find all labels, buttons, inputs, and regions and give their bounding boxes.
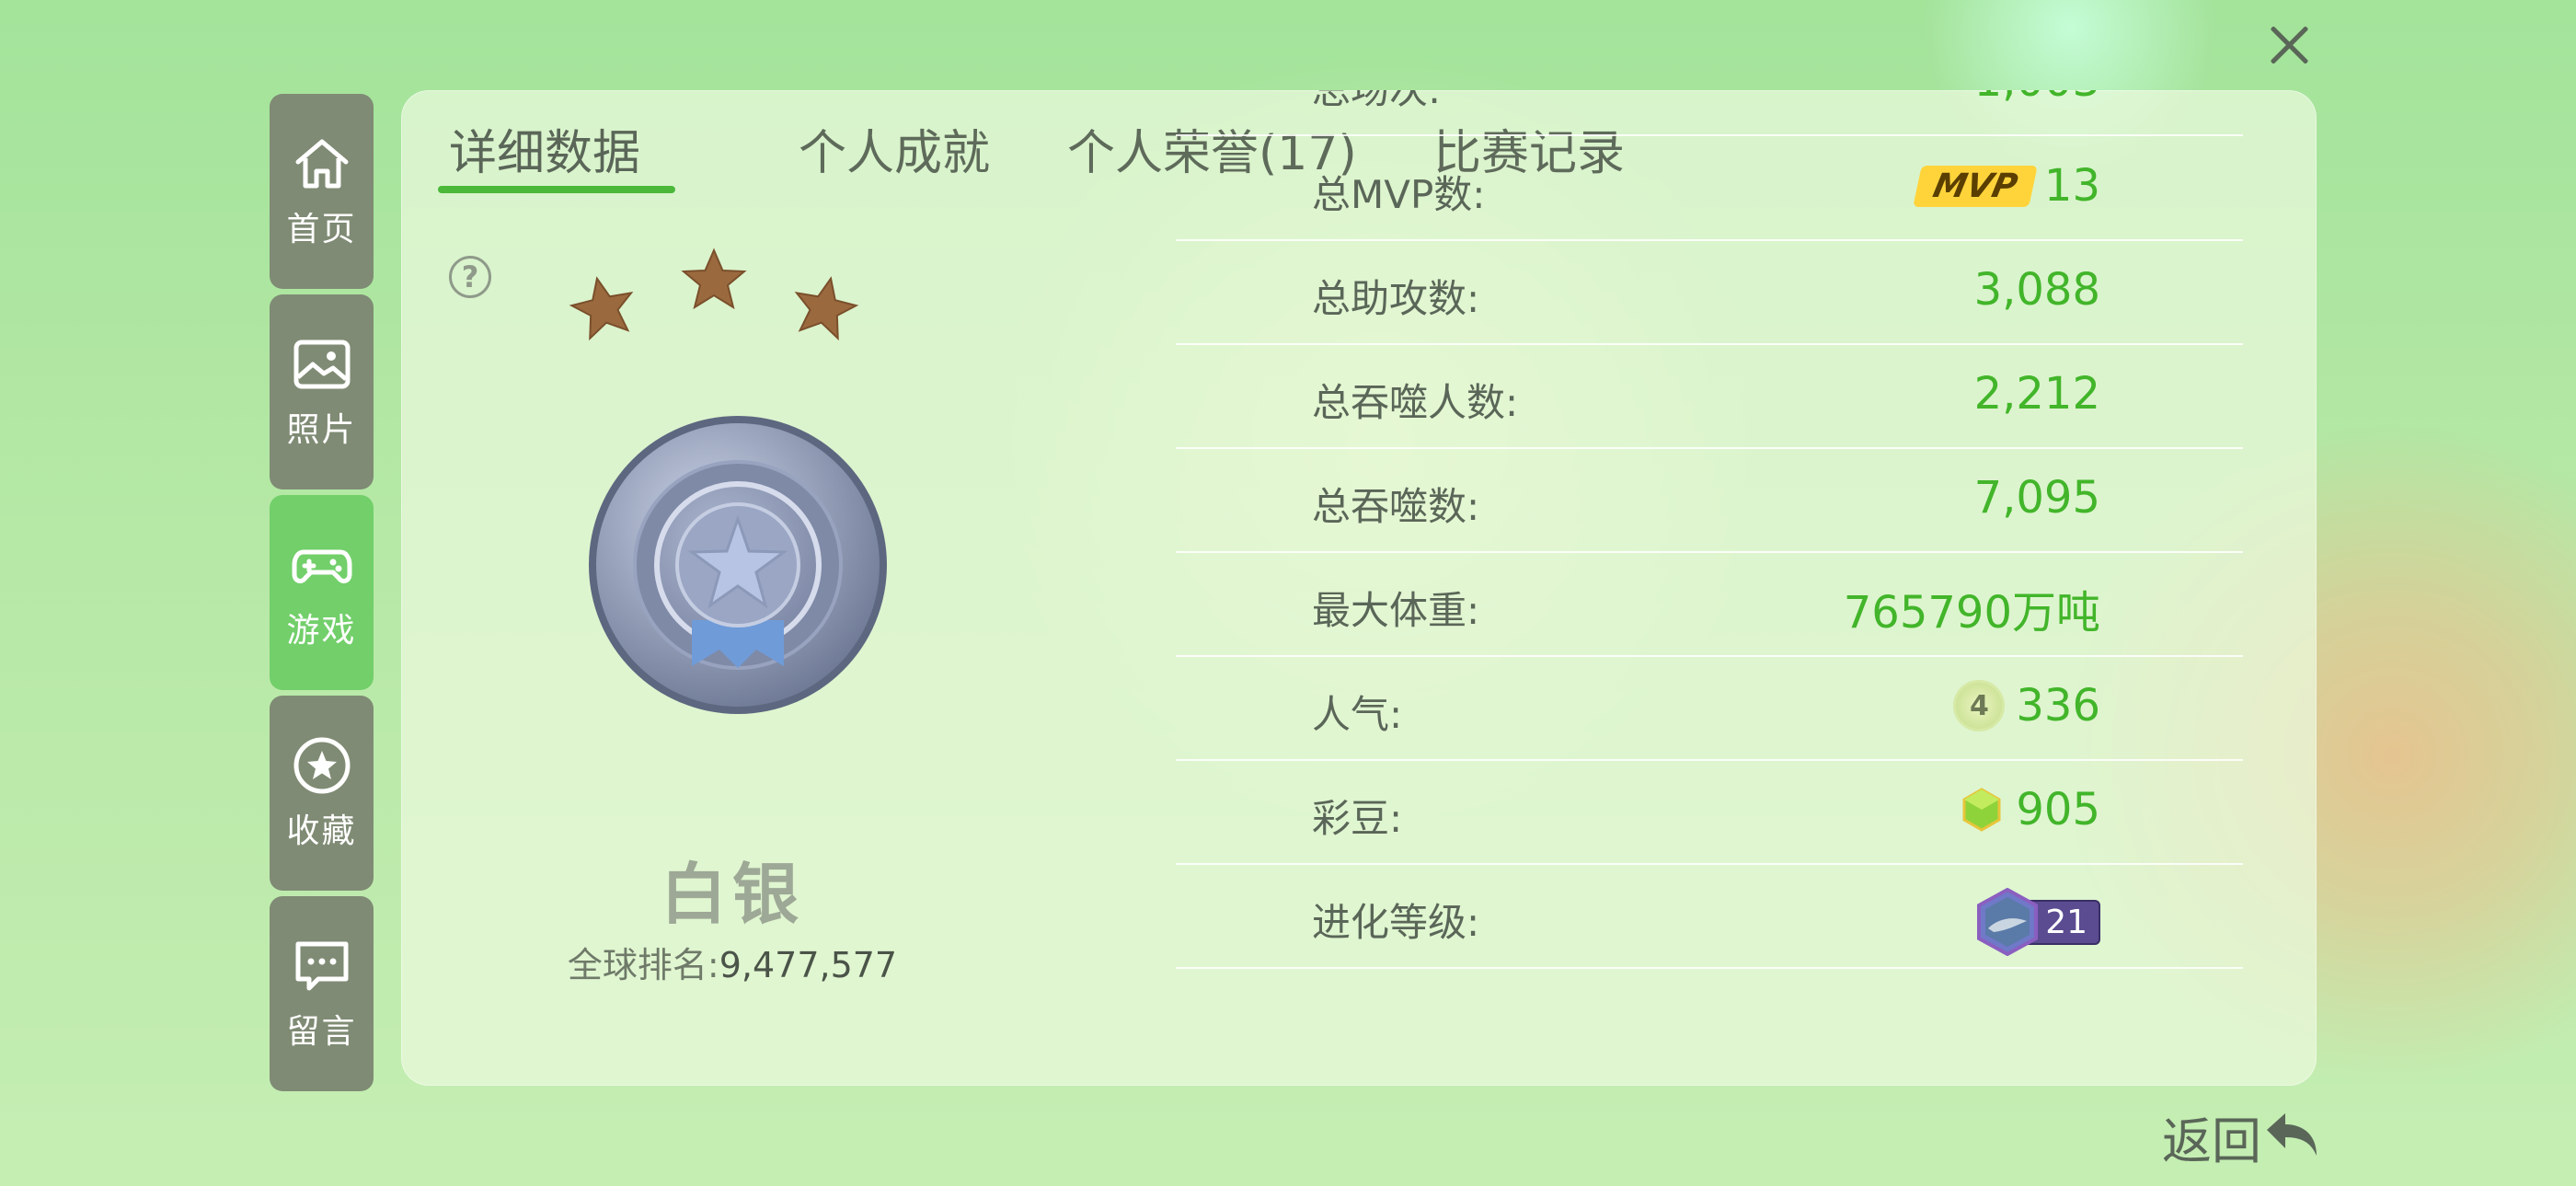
back-button[interactable]: 返回 xyxy=(2162,1100,2324,1173)
global-rank-label: 全球排名: xyxy=(567,945,719,985)
message-icon xyxy=(295,941,348,991)
sidebar: 首页 照片 游戏 收藏 留言 xyxy=(270,94,374,1097)
stat-row-assists: 总助攻数: 3,088 xyxy=(1176,240,2243,345)
stat-value: 21 xyxy=(1975,888,2100,956)
close-button[interactable] xyxy=(2263,18,2315,70)
back-label: 返回 xyxy=(2162,1112,2261,1170)
rank-name: 白银 xyxy=(660,856,804,933)
home-icon xyxy=(295,139,348,189)
stat-value: 7,095 xyxy=(1973,472,2100,524)
sidebar-item-photos[interactable]: 照片 xyxy=(270,294,374,489)
gamepad-icon xyxy=(292,549,351,583)
stat-row-max-weight: 最大体重: 765790万吨 xyxy=(1176,552,2243,657)
bean-icon xyxy=(1962,788,2001,832)
sidebar-item-label: 留言 xyxy=(286,1013,357,1051)
stats-list[interactable]: 总场次: 1,003 总MVP数: MVP 13 总助攻数: 3,088 总吞噬… xyxy=(1176,90,2243,1078)
evolution-badge: 21 xyxy=(1975,888,2100,956)
stat-row-mvp: 总MVP数: MVP 13 xyxy=(1176,136,2243,241)
detail-panel: 详细数据 个人成就 个人荣誉(17) 比赛记录 ? 白银 全球排名:9,477,… xyxy=(401,90,2317,1086)
active-tab-indicator xyxy=(438,186,675,193)
back-arrow-icon xyxy=(2267,1112,2317,1156)
stat-value: 1,003 xyxy=(1974,90,2100,107)
stat-row-devoured-total: 总吞噬数: 7,095 xyxy=(1176,448,2243,553)
photo-icon xyxy=(293,340,350,389)
stat-value: 4 336 xyxy=(1953,680,2100,731)
sidebar-item-label: 收藏 xyxy=(286,812,357,850)
stat-row-devoured-players: 总吞噬人数: 2,212 xyxy=(1176,344,2243,449)
sidebar-item-game[interactable]: 游戏 xyxy=(270,495,374,690)
global-rank: 全球排名:9,477,577 xyxy=(401,937,1064,987)
help-icon[interactable]: ? xyxy=(449,256,491,298)
stat-value: 3,088 xyxy=(1973,264,2100,316)
shark-avatar-icon xyxy=(1977,888,2039,956)
popularity-level-icon: 4 xyxy=(1953,680,2006,731)
sidebar-item-label: 游戏 xyxy=(286,612,357,650)
stat-value: 2,212 xyxy=(1973,368,2100,420)
stat-row-beans: 彩豆: 905 xyxy=(1176,760,2243,865)
sidebar-item-favorites[interactable]: 收藏 xyxy=(270,696,374,891)
tab-detailed-data[interactable]: 详细数据 xyxy=(449,114,640,183)
stat-label: 总吞噬人数: xyxy=(1312,380,1519,425)
stat-label: 彩豆: xyxy=(1312,796,1403,841)
global-rank-value: 9,477,577 xyxy=(719,945,898,985)
stat-label: 总吞噬数: xyxy=(1312,484,1480,529)
stat-row-evolution: 进化等级: 21 xyxy=(1176,864,2243,969)
stat-label: 总场次: xyxy=(1312,90,1441,115)
stat-row-total-matches: 总场次: 1,003 xyxy=(1176,90,2243,136)
star-icon xyxy=(293,737,350,794)
star-icon xyxy=(794,276,859,341)
stat-label: 人气: xyxy=(1312,692,1403,737)
stat-label: 总MVP数: xyxy=(1312,172,1486,217)
sidebar-item-messages[interactable]: 留言 xyxy=(270,896,374,1091)
stat-label: 最大体重: xyxy=(1312,588,1480,633)
stat-row-popularity: 人气: 4 336 xyxy=(1176,656,2243,761)
mvp-badge: MVP xyxy=(1913,165,2038,207)
star-icon xyxy=(569,276,634,341)
sidebar-item-label: 首页 xyxy=(286,211,357,248)
sidebar-item-home[interactable]: 首页 xyxy=(270,94,374,289)
silver-medal-icon xyxy=(589,416,887,714)
stat-value: 765790万吨 xyxy=(1843,587,2100,639)
tab-achievements[interactable]: 个人成就 xyxy=(799,114,990,183)
sidebar-item-label: 照片 xyxy=(286,411,357,449)
stat-label: 进化等级: xyxy=(1312,900,1480,945)
star-icon xyxy=(681,248,747,310)
stat-value: MVP 13 xyxy=(1913,160,2100,212)
stat-value: 905 xyxy=(1959,784,2100,835)
stat-label: 总助攻数: xyxy=(1312,276,1480,321)
